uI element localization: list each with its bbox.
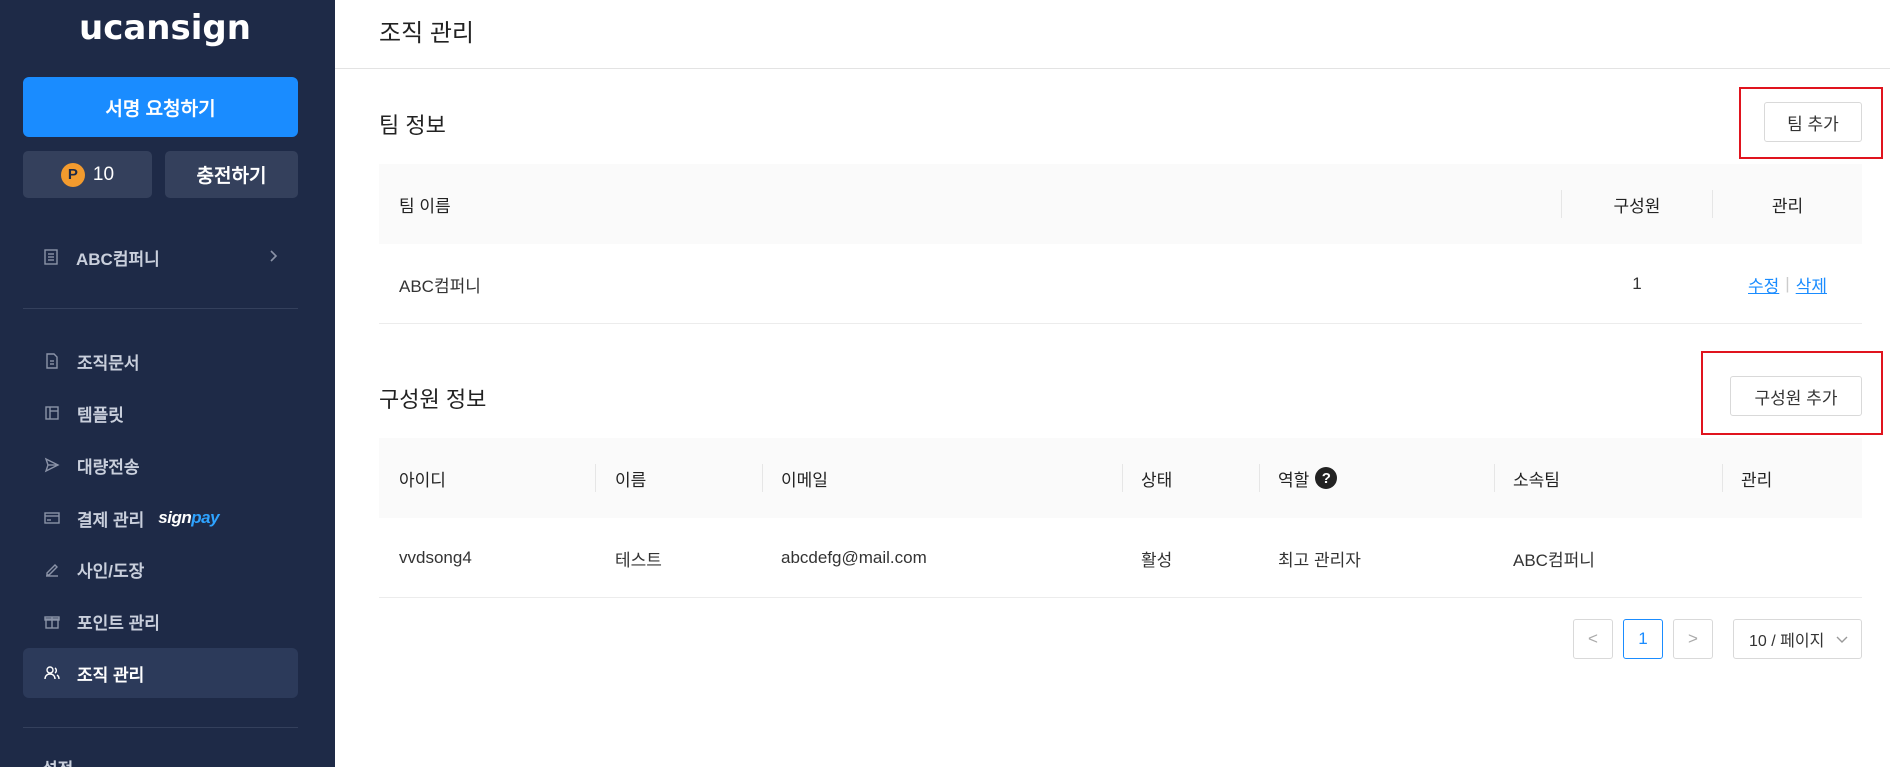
column-header-members: 구성원 (1613, 196, 1661, 216)
document-icon (46, 353, 58, 369)
member-name-cell: 테스트 (615, 550, 662, 570)
signpay-logo-sign: sign (158, 508, 192, 527)
team-manage-cell: 수정 | 삭제 (1713, 244, 1862, 324)
column-header-team: 소속팀 (1513, 470, 1560, 490)
signpay-logo: signpay (158, 508, 219, 528)
card-icon (44, 512, 60, 524)
pen-icon (46, 564, 58, 577)
logo-text: ucansign (79, 8, 251, 48)
next-page-button[interactable]: > (1673, 619, 1713, 659)
sidebar-item-points[interactable]: 포인트 관리 (23, 596, 298, 646)
sidebar-item-org-documents[interactable]: 조직문서 (23, 336, 298, 386)
sidebar-item-label: 템플릿 (77, 405, 124, 425)
template-icon (45, 406, 59, 420)
column-header-role: 역할 ? (1278, 438, 1338, 518)
page-size-select[interactable]: 10 / 페이지 (1733, 619, 1862, 659)
member-email-cell: abcdefg@mail.com (781, 548, 927, 567)
column-separator (1259, 464, 1260, 492)
help-icon[interactable]: ? (1315, 467, 1338, 489)
chevron-right-icon (270, 250, 278, 262)
column-header-manage: 관리 (1741, 470, 1773, 490)
charge-button[interactable]: 충전하기 (165, 151, 298, 198)
edit-team-link[interactable]: 수정 (1748, 272, 1779, 297)
building-icon (44, 249, 58, 265)
main-content: 조직 관리 팀 정보 팀 추가 팀 이름 구성원 관리 ABC컴퍼니 1 수정 … (335, 0, 1890, 767)
column-separator (762, 464, 763, 492)
member-status-cell: 활성 (1141, 550, 1173, 570)
member-id-cell: vvdsong4 (399, 548, 472, 567)
sidebar-item-org-management[interactable]: 조직 관리 (23, 648, 298, 698)
point-coin-icon: P (60, 162, 85, 187)
company-name: ABC컴퍼니 (76, 249, 160, 269)
sidebar-item-label: 포인트 관리 (77, 613, 160, 633)
add-member-button[interactable]: 구성원 추가 (1730, 376, 1862, 416)
column-separator (1122, 464, 1123, 492)
sidebar-item-label: 결제 관리 (77, 510, 145, 530)
page-size-value: 10 / 페이지 (1749, 633, 1825, 650)
column-header-id: 아이디 (399, 470, 446, 490)
column-separator (595, 464, 596, 492)
team-members-cell: 1 (1632, 274, 1642, 293)
sidebar-item-label: 사인/도장 (77, 561, 145, 581)
column-header-role-label: 역할 (1278, 470, 1310, 490)
sidebar-divider (23, 308, 298, 309)
table-row: ABC컴퍼니 1 수정 | 삭제 (379, 244, 1862, 324)
team-name-cell: ABC컴퍼니 (399, 276, 481, 296)
member-team-cell: ABC컴퍼니 (1513, 550, 1595, 570)
page-1-button[interactable]: 1 (1623, 619, 1663, 659)
member-role-cell: 최고 관리자 (1278, 550, 1361, 570)
member-table-header: 아이디 이름 이메일 상태 역할 ? 소속팀 관리 (379, 438, 1862, 518)
sidebar-divider (23, 727, 298, 728)
gift-icon (44, 616, 60, 629)
member-section-title: 구성원 정보 (379, 387, 487, 412)
column-header-status: 상태 (1141, 470, 1173, 490)
sidebar-item-label: 조직 관리 (77, 665, 145, 685)
team-table-header: 팀 이름 구성원 관리 (379, 164, 1862, 244)
delete-team-link[interactable]: 삭제 (1796, 272, 1827, 297)
table-row: vvdsong4 테스트 abcdefg@mail.com 활성 최고 관리자 … (379, 518, 1862, 598)
sidebar-item-label: 대량전송 (77, 457, 140, 477)
request-signature-button[interactable]: 서명 요청하기 (23, 77, 298, 137)
ucansign-logo[interactable]: ucansign (79, 8, 251, 48)
prev-page-button[interactable]: < (1573, 619, 1613, 659)
sidebar-item-label: 조직문서 (77, 353, 140, 373)
sidebar-item-templates[interactable]: 템플릿 (23, 388, 298, 438)
header-divider (335, 68, 1890, 69)
add-team-button[interactable]: 팀 추가 (1764, 102, 1862, 142)
column-header-team-name: 팀 이름 (399, 196, 451, 216)
column-separator (1722, 464, 1723, 492)
signpay-logo-pay: pay (191, 508, 220, 527)
points-display: P 10 (23, 151, 152, 198)
sidebar-item-bulk-send[interactable]: 대량전송 (23, 440, 298, 490)
column-header-name: 이름 (615, 470, 647, 490)
points-value: 10 (92, 163, 115, 185)
company-selector[interactable]: ABC컴퍼니 (42, 242, 282, 272)
sidebar-item-sign-stamp[interactable]: 사인/도장 (23, 544, 298, 594)
send-icon (44, 457, 60, 473)
sidebar-item-settings[interactable]: 설정 (42, 755, 73, 767)
chevron-down-icon (1836, 636, 1848, 643)
column-separator (1494, 464, 1495, 492)
column-header-manage: 관리 (1771, 196, 1804, 216)
sidebar-item-payment[interactable]: 결제 관리 signpay (23, 493, 298, 543)
sidebar: ucansign 서명 요청하기 P 10 충전하기 ABC컴퍼니 조직문서 템… (0, 0, 335, 767)
team-section-title: 팀 정보 (379, 113, 446, 138)
link-separator: | (1785, 274, 1790, 293)
column-header-email: 이메일 (781, 470, 828, 490)
users-icon (44, 666, 60, 680)
page-title: 조직 관리 (379, 20, 474, 47)
